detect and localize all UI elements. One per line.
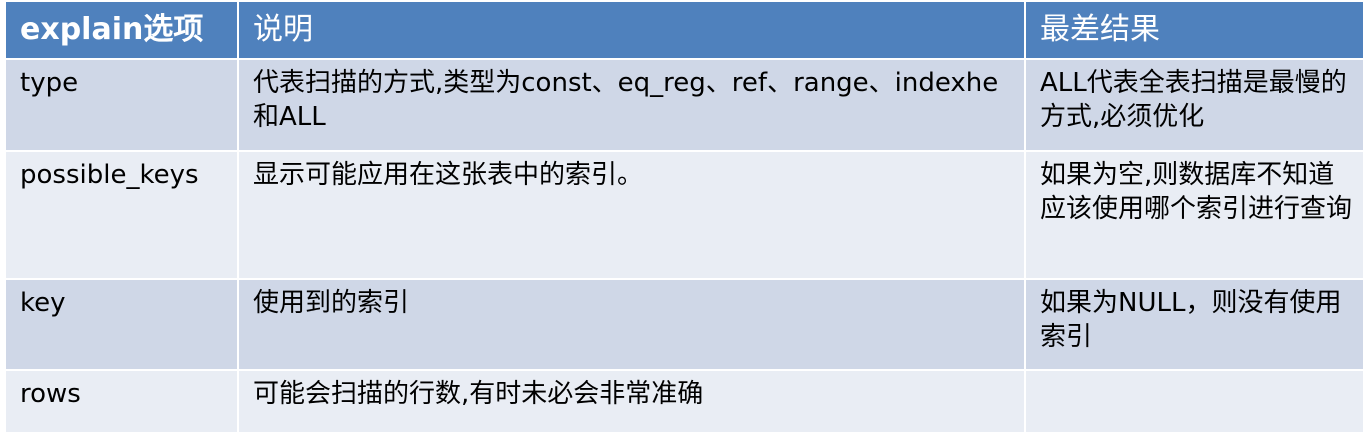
row-option-rows: rows [4,369,239,434]
row-worst-key: 如果为NULL，则没有使用索引 [1024,278,1365,371]
header-description: 说明 [237,0,1026,60]
table-row: key 使用到的索引 如果为NULL，则没有使用索引 [4,278,1365,371]
table-row: rows 可能会扫描的行数,有时未必会非常准确 [4,369,1365,434]
row-option-type: type [4,58,239,152]
row-description-type: 代表扫描的方式,类型为const、eq_reg、ref、range、indexh… [237,58,1026,152]
row-description-possible-keys: 显示可能应用在这张表中的索引。 [237,150,1026,280]
table-row: type 代表扫描的方式,类型为const、eq_reg、ref、range、i… [4,58,1365,152]
row-option-possible-keys: possible_keys [4,150,239,280]
table-header-row: explain选项 说明 最差结果 [4,0,1365,60]
table-row: possible_keys 显示可能应用在这张表中的索引。 如果为空,则数据库不… [4,150,1365,280]
row-option-key: key [4,278,239,371]
row-worst-type: ALL代表全表扫描是最慢的方式,必须优化 [1024,58,1365,152]
header-explain-option: explain选项 [4,0,239,60]
row-worst-rows [1024,369,1365,434]
row-worst-possible-keys: 如果为空,则数据库不知道应该使用哪个索引进行查询 [1024,150,1365,280]
explain-options-table: explain选项 说明 最差结果 type 代表扫描的方式,类型为const、… [4,0,1365,434]
row-description-rows: 可能会扫描的行数,有时未必会非常准确 [237,369,1026,434]
explain-table-container: explain选项 说明 最差结果 type 代表扫描的方式,类型为const、… [4,0,1365,434]
row-description-key: 使用到的索引 [237,278,1026,371]
header-worst-result: 最差结果 [1024,0,1365,60]
